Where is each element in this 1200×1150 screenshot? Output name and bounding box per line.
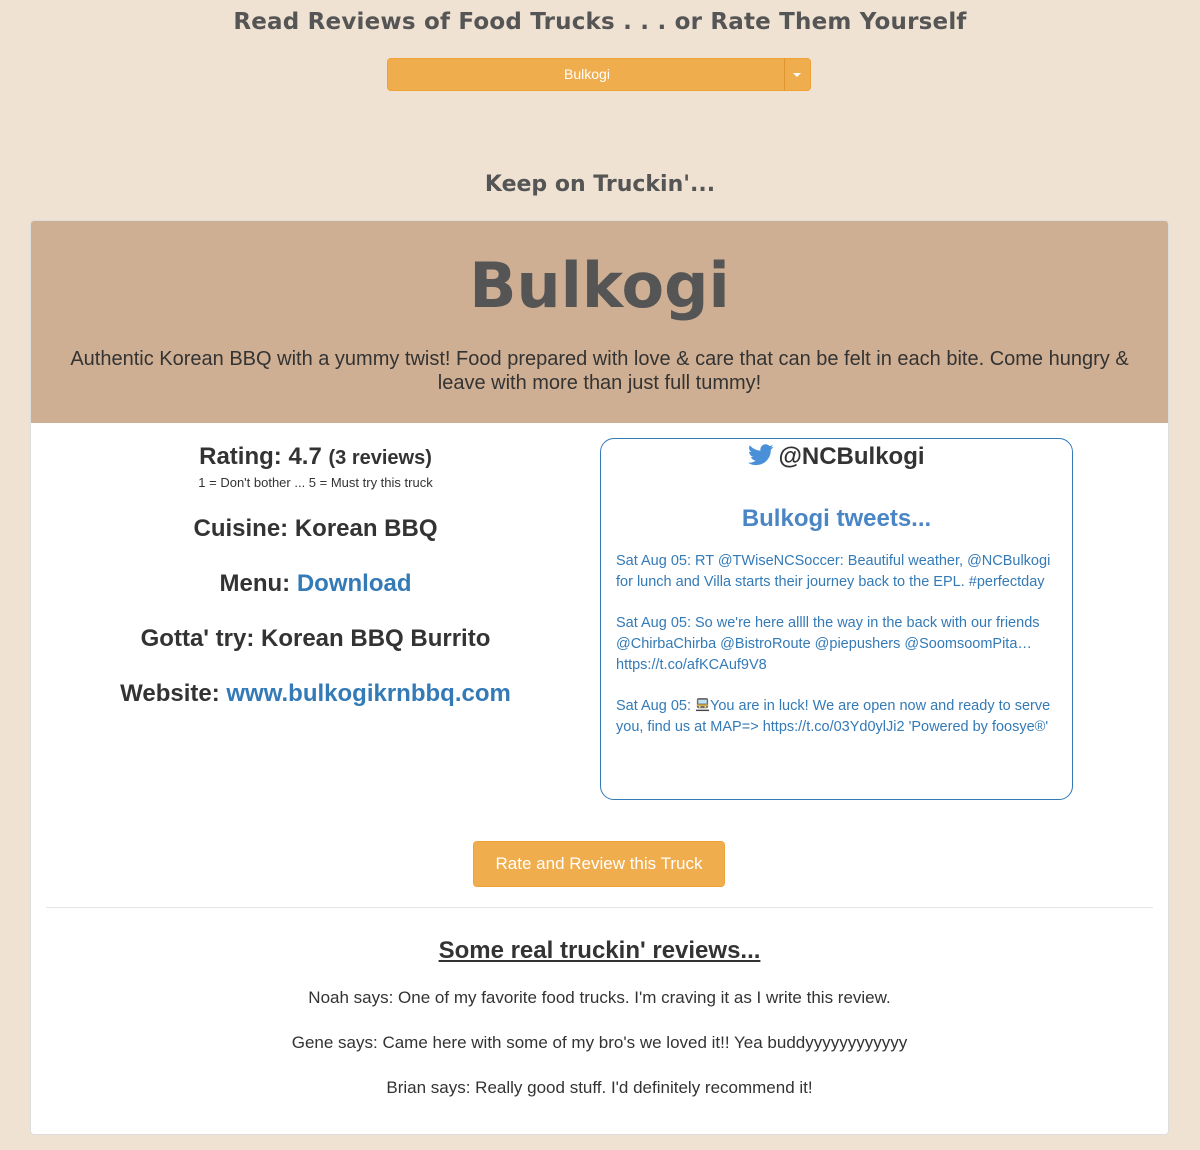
website-row: Website: www.bulkogikrnbbq.com bbox=[31, 680, 600, 708]
truck-name: Bulkogi bbox=[469, 249, 730, 322]
truck-select-toggle[interactable] bbox=[784, 59, 810, 90]
truck-info: Rating: 4.7 (3 reviews) 1 = Don't bother… bbox=[31, 443, 600, 491]
rating: Rating: 4.7 (3 reviews) bbox=[31, 443, 600, 472]
review-item: Noah says: One of my favorite food truck… bbox=[308, 988, 891, 1007]
website-label: Website: bbox=[120, 680, 220, 707]
tweet-date: Sat Aug 05: bbox=[616, 698, 691, 714]
twitter-feed: @NCBulkogi Bulkogi tweets... Sat Aug 05:… bbox=[600, 438, 1073, 800]
rating-scale: 1 = Don't bother ... 5 = Must try this t… bbox=[198, 475, 433, 490]
menu-download-link[interactable]: Download bbox=[297, 570, 412, 597]
menu-row: Menu: Download bbox=[31, 570, 600, 598]
tweet[interactable]: Sat Aug 05: You are in luck! We are open… bbox=[616, 696, 1058, 738]
tagline: Keep on Truckin'... bbox=[484, 172, 716, 197]
tweet[interactable]: Sat Aug 05: So we're here allll the way … bbox=[616, 613, 1058, 676]
menu-label: Menu: bbox=[219, 570, 291, 597]
tweets-title: Bulkogi tweets... bbox=[741, 505, 932, 532]
twitter-handle-text[interactable]: @NCBulkogi bbox=[778, 443, 924, 470]
truck-card: Bulkogi Authentic Korean BBQ with a yumm… bbox=[30, 220, 1169, 1135]
page-title: Read Reviews of Food Trucks . . . or Rat… bbox=[233, 9, 967, 35]
review-item: Brian says: Really good stuff. I'd defin… bbox=[386, 1078, 813, 1097]
twitter-bird-icon bbox=[748, 444, 775, 466]
train-icon bbox=[695, 697, 710, 712]
chevron-down-icon bbox=[793, 73, 801, 77]
cuisine: Cuisine: Korean BBQ bbox=[193, 515, 438, 542]
rate-review-button[interactable]: Rate and Review this Truck bbox=[473, 841, 725, 887]
divider bbox=[46, 907, 1153, 908]
rating-value: Rating: 4.7 bbox=[199, 443, 322, 470]
rating-count: (3 reviews) bbox=[328, 447, 432, 469]
truck-select-value: Bulkogi bbox=[564, 66, 610, 82]
truck-description: Authentic Korean BBQ with a yummy twist!… bbox=[70, 348, 1129, 394]
reviews-heading: Some real truckin' reviews... bbox=[438, 937, 761, 964]
tweet[interactable]: Sat Aug 05: RT @TWiseNCSoccer: Beautiful… bbox=[616, 551, 1058, 593]
twitter-handle: @NCBulkogi bbox=[601, 443, 1072, 471]
tweet-list: Sat Aug 05: RT @TWiseNCSoccer: Beautiful… bbox=[616, 551, 1058, 758]
truck-hero: Bulkogi Authentic Korean BBQ with a yumm… bbox=[31, 221, 1168, 423]
must-try: Gotta' try: Korean BBQ Burrito bbox=[140, 625, 491, 652]
review-item: Gene says: Came here with some of my bro… bbox=[291, 1033, 908, 1052]
truck-select-dropdown[interactable]: Bulkogi bbox=[387, 58, 811, 91]
website-link[interactable]: www.bulkogikrnbbq.com bbox=[226, 680, 510, 707]
